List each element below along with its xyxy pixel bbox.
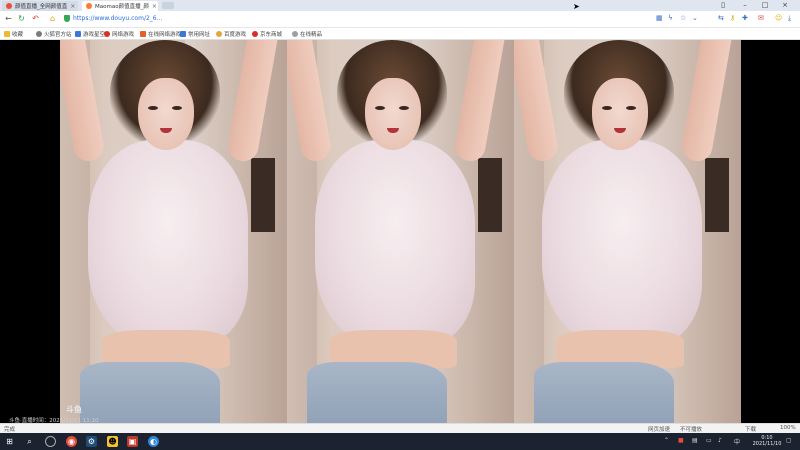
mouse-cursor-icon: ➤ (573, 2, 580, 11)
folder-icon (180, 30, 186, 37)
bookmark-item[interactable]: 百度游戏 (216, 29, 246, 38)
app-icon[interactable]: ▣ (127, 436, 138, 447)
close-window-icon[interactable]: × (780, 1, 790, 10)
browser-icon[interactable]: ◐ (148, 436, 159, 447)
shop-icon (252, 30, 258, 37)
tray-app-icon[interactable]: ■ (678, 437, 684, 444)
game-app-icon[interactable]: ☻ (107, 436, 118, 447)
new-tab-button[interactable] (162, 2, 174, 9)
globe-icon (292, 30, 298, 37)
video-frame-center (287, 40, 514, 423)
site-favicon-icon (86, 3, 92, 9)
maximize-icon[interactable]: □ (760, 1, 770, 10)
bookmark-item[interactable]: 在线网络游戏 (140, 29, 181, 38)
smile-icon (216, 30, 222, 37)
close-icon[interactable]: × (152, 3, 157, 10)
block-item[interactable]: 不可播放 (680, 425, 702, 433)
tab-bar: 颜值直播_全网颜值直 × Maomao颜值直播_颜 × ➤ ▯ – □ × (0, 0, 800, 11)
tab-2-label: Maomao颜值直播_颜 (95, 4, 149, 10)
video-player[interactable]: 斗鱼 斗鱼·直播时间：2021/11/11 11:10 (0, 40, 800, 424)
folder-icon (75, 30, 81, 37)
home-icon[interactable]: ⌂ (48, 14, 57, 23)
game-icon (140, 30, 146, 37)
game-icon (104, 30, 110, 37)
clock[interactable]: 0:10 2021/11/10 (752, 435, 782, 447)
puzzle-icon[interactable]: ✚ (742, 14, 748, 23)
sidebar-toggle-icon[interactable]: ▯ (718, 1, 728, 10)
minimize-icon[interactable]: – (740, 1, 750, 10)
globe-icon (36, 30, 42, 37)
grid-icon[interactable]: ▦ (656, 14, 663, 23)
url-text: https://www.douyu.com/2_6... (73, 15, 163, 22)
video-frame-right (514, 40, 741, 423)
download-icon[interactable]: ⤓ (788, 14, 791, 23)
start-icon[interactable]: ⊞ (4, 436, 15, 447)
site-favicon-icon (6, 3, 12, 9)
refresh-icon[interactable]: ↻ (17, 14, 26, 23)
close-icon[interactable]: × (70, 3, 75, 10)
bookmarks-bar: 收藏 火狐官方站 游戏星空 网络游戏 在线网络游戏 常用网址 百度游戏 京东商城… (0, 28, 800, 40)
video-logo: 斗鱼 (66, 405, 82, 414)
chevron-down-icon[interactable]: ⌄ (692, 14, 698, 23)
app-icon[interactable]: ◉ (66, 436, 77, 447)
taskbar: ⊞ ⌕ ◉ ⚙ ☻ ▣ ◐ ⌃ ■ ▤ ▭ ♪ 中 0:10 2021/11/1… (0, 433, 800, 450)
clock-date: 2021/11/10 (752, 441, 782, 447)
bookmark-item[interactable]: 收藏 (4, 29, 23, 38)
navigation-bar: ← ↻ ↶ ⌂ https://www.douyu.com/2_6... ▦ ϟ… (0, 11, 800, 28)
tray-up-icon[interactable]: ⌃ (664, 437, 669, 444)
lightning-icon[interactable]: ϟ (668, 14, 673, 23)
back-icon[interactable]: ← (4, 14, 13, 23)
bookmark-item[interactable]: 游戏星空 (75, 29, 105, 38)
user-icon[interactable]: ☺ (775, 14, 782, 23)
zoom-level[interactable]: 100% (780, 425, 796, 431)
task-view-icon[interactable] (45, 436, 56, 447)
star-icon[interactable]: ☆ (680, 14, 686, 23)
bookmark-item[interactable]: 火狐官方站 (36, 29, 72, 38)
steam-icon[interactable]: ⚙ (86, 436, 97, 447)
bookmark-item[interactable]: 网络游戏 (104, 29, 134, 38)
reader-icon[interactable]: ⇆ (718, 14, 724, 23)
address-bar[interactable]: https://www.douyu.com/2_6... (64, 13, 644, 24)
security-shield-icon (64, 15, 70, 22)
key-icon[interactable]: ⚷ (730, 14, 735, 23)
tab-2[interactable]: Maomao颜值直播_颜 × (82, 1, 158, 11)
ime-language[interactable]: 中 (734, 437, 740, 446)
video-watermark: 斗鱼·直播时间：2021/11/11 11:10 (9, 418, 99, 424)
bookmark-item[interactable]: 在线精品 (292, 29, 322, 38)
mail-icon[interactable]: ✉ (758, 14, 764, 23)
download-item[interactable]: 下载 (745, 425, 756, 433)
undo-icon[interactable]: ↶ (31, 14, 40, 23)
speedup-item[interactable]: 网页加速 (648, 425, 670, 433)
bookmark-item[interactable]: 常用网址 (180, 29, 210, 38)
tab-1[interactable]: 颜值直播_全网颜值直 × (2, 1, 78, 11)
status-text: 完成 (4, 427, 16, 433)
volume-icon[interactable]: ♪ (718, 437, 722, 444)
bookmark-item[interactable]: 京东商城 (252, 29, 282, 38)
star-icon (4, 30, 10, 37)
tab-1-label: 颜值直播_全网颜值直 (15, 4, 68, 10)
tray-app-icon[interactable]: ▤ (692, 437, 698, 444)
video-frame-left (60, 40, 287, 423)
notification-icon[interactable]: ▢ (786, 437, 792, 444)
search-icon[interactable]: ⌕ (24, 436, 35, 447)
network-icon[interactable]: ▭ (706, 437, 712, 444)
